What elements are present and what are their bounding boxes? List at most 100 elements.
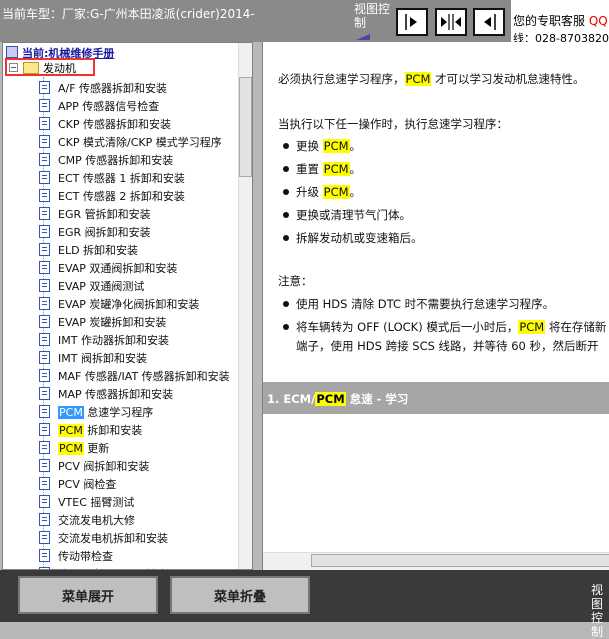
bullet-icon xyxy=(283,166,289,172)
section-header[interactable]: 1. ECM/PCM 怠速 - 学习 xyxy=(263,382,609,414)
bullet-icon xyxy=(283,189,289,195)
support-label: 您的专职客服 xyxy=(513,14,586,28)
document-icon xyxy=(39,153,50,166)
tree-item-label: PCM 怠速学习程序 xyxy=(58,406,154,419)
intro-paragraph: 必须执行怠速学习程序，PCM 才可以学习发动机怠速特性。 xyxy=(278,72,585,86)
tree-item-label: PCM 拆卸和安装 xyxy=(58,424,143,437)
document-icon xyxy=(39,405,50,418)
document-icon xyxy=(39,135,50,148)
document-icon xyxy=(39,99,50,112)
tree-item-label: ECT 传感器 1 拆卸和安装 xyxy=(58,172,185,185)
bullet-icon xyxy=(283,235,289,241)
trigger-item: 更换或清理节气门体。 xyxy=(296,208,411,222)
document-icon xyxy=(39,423,50,436)
tree-scroll-thumb[interactable] xyxy=(239,77,252,177)
pcm-highlight: PCM xyxy=(315,392,346,406)
menu-collapse-button[interactable]: 菜单折叠 xyxy=(170,576,310,614)
trigger-item: 升级 PCM。 xyxy=(296,185,362,199)
manual-book-icon xyxy=(6,46,18,58)
bullet-icon xyxy=(283,143,289,149)
pcm-highlight: PCM xyxy=(322,185,350,199)
tree-item-label: EVAP 双通阀测试 xyxy=(58,280,145,293)
tree-item-label: PCV 阀拆卸和安装 xyxy=(58,460,150,473)
support-phone: 线：028-87038208 xyxy=(513,32,609,42)
pcm-highlight: PCM xyxy=(58,406,84,419)
tree-item-label: ELD 拆卸和安装 xyxy=(58,244,139,257)
document-icon xyxy=(39,171,50,184)
pcm-highlight: PCM xyxy=(322,162,350,176)
document-icon xyxy=(39,351,50,364)
pcm-highlight: PCM xyxy=(322,139,350,153)
tree-item-label: PCV 阀检查 xyxy=(58,478,117,491)
tree-node-engine[interactable]: − 发动机 xyxy=(5,58,95,76)
document-icon xyxy=(39,81,50,94)
pcm-highlight: PCM xyxy=(58,442,84,455)
tree-item-label: ECT 传感器 2 拆卸和安装 xyxy=(58,190,185,203)
trigger-item: 拆解发动机或变速箱后。 xyxy=(296,231,423,245)
tree-item-label: CKP 模式清除/CKP 模式学习程序 xyxy=(58,136,222,149)
view-control-accent xyxy=(356,34,370,40)
tree-item-label: 传动带检查 xyxy=(58,550,113,563)
document-icon xyxy=(39,441,50,454)
tree-item-label: PCM 更新 xyxy=(58,442,110,455)
bottom-bar: 菜单展开 菜单折叠 视图控制 xyxy=(0,570,609,639)
content-panel: 必须执行怠速学习程序，PCM 才可以学习发动机怠速特性。 当执行以下任一操作时，… xyxy=(262,42,609,570)
pcm-highlight: PCM xyxy=(518,320,546,334)
tree-item-label: MAF 传感器/IAT 传感器拆卸和安装 xyxy=(58,370,230,383)
split-arrows-icon xyxy=(441,14,461,30)
bullet-icon xyxy=(283,324,289,330)
tree-item-label: APP 传感器信号检查 xyxy=(58,100,160,113)
tree-node-engine-label: 发动机 xyxy=(43,62,76,75)
document-icon xyxy=(39,243,50,256)
tree-item-label: 交流发电机拆卸和安装 xyxy=(58,532,168,545)
document-icon xyxy=(39,531,50,544)
arrow-right-icon xyxy=(405,14,417,30)
note-item-1: 使用 HDS 清除 DTC 时不需要执行怠速学习程序。 xyxy=(296,297,555,311)
tree-item-label: 交流发电机大修 xyxy=(58,514,135,527)
pcm-highlight: PCM xyxy=(58,424,84,437)
bullet-icon xyxy=(283,301,289,307)
tree-item-label: EVAP 双通阀拆卸和安装 xyxy=(58,262,178,275)
vehicle-info: 当前车型：厂家:G-广州本田凌派(crider)2014- xyxy=(2,7,255,21)
tree-item-label: EGR 阀拆卸和安装 xyxy=(58,226,151,239)
document-icon xyxy=(39,549,50,562)
trigger-item: 更换 PCM。 xyxy=(296,139,362,153)
note-item-2: 将车辆转为 OFF (LOCK) 模式后一小时后，PCM 将在存储新 xyxy=(296,320,607,334)
tree-item-label: A/F 传感器拆卸和安装 xyxy=(58,82,168,95)
bottom-view-control-label[interactable]: 视图控制 xyxy=(591,583,609,639)
document-icon xyxy=(39,117,50,130)
document-icon xyxy=(39,315,50,328)
content-scroll-thumb[interactable] xyxy=(311,554,609,567)
document-icon xyxy=(39,333,50,346)
bullet-icon xyxy=(283,212,289,218)
tree-item-label: EVAP 炭罐拆卸和安装 xyxy=(58,316,167,329)
expand-right-button[interactable] xyxy=(396,8,428,36)
view-control-label[interactable]: 视图控制 xyxy=(354,2,390,30)
document-icon xyxy=(39,297,50,310)
expand-left-button[interactable] xyxy=(473,8,505,36)
collapse-toggle-icon[interactable]: − xyxy=(9,63,18,72)
tree-item-label: VTEC 摇臂测试 xyxy=(58,496,135,509)
document-icon xyxy=(39,459,50,472)
arrow-left-icon xyxy=(484,14,496,30)
split-view-button[interactable] xyxy=(435,8,467,36)
folder-open-icon xyxy=(23,62,39,74)
tree-item-label: EVAP 炭罐净化阀拆卸和安装 xyxy=(58,298,200,311)
support-qq-link[interactable]: QQ xyxy=(589,14,608,28)
document-icon xyxy=(39,387,50,400)
note-item-2-continued: 端子，使用 HDS 跨接 SCS 线路，并等待 60 秒，然后断开 xyxy=(296,339,599,353)
menu-expand-button[interactable]: 菜单展开 xyxy=(18,576,158,614)
pcm-highlight: PCM xyxy=(404,72,432,86)
tree-item-label: IMT 阀拆卸和安装 xyxy=(58,352,147,365)
tree-item-label: MAP 传感器拆卸和安装 xyxy=(58,388,174,401)
manual-tree: 当前:机械维修手册 − 发动机 A/F 传感器拆卸和安装 APP 传感器信号检查 C… xyxy=(2,42,253,570)
support-panel: 您的专职客服 QQ 线：028-87038208 xyxy=(511,0,609,42)
document-icon xyxy=(39,369,50,382)
when-label: 当执行以下任一操作时，执行怠速学习程序： xyxy=(278,117,508,131)
document-icon xyxy=(39,189,50,202)
trigger-item: 重置 PCM。 xyxy=(296,162,362,176)
tree-item-label: IMT 作动器拆卸和安装 xyxy=(58,334,169,347)
note-label: 注意： xyxy=(278,274,313,288)
tree-item-label: CMP 传感器拆卸和安装 xyxy=(58,154,174,167)
section-title: 1. ECM/PCM 怠速 - 学习 xyxy=(267,392,409,406)
